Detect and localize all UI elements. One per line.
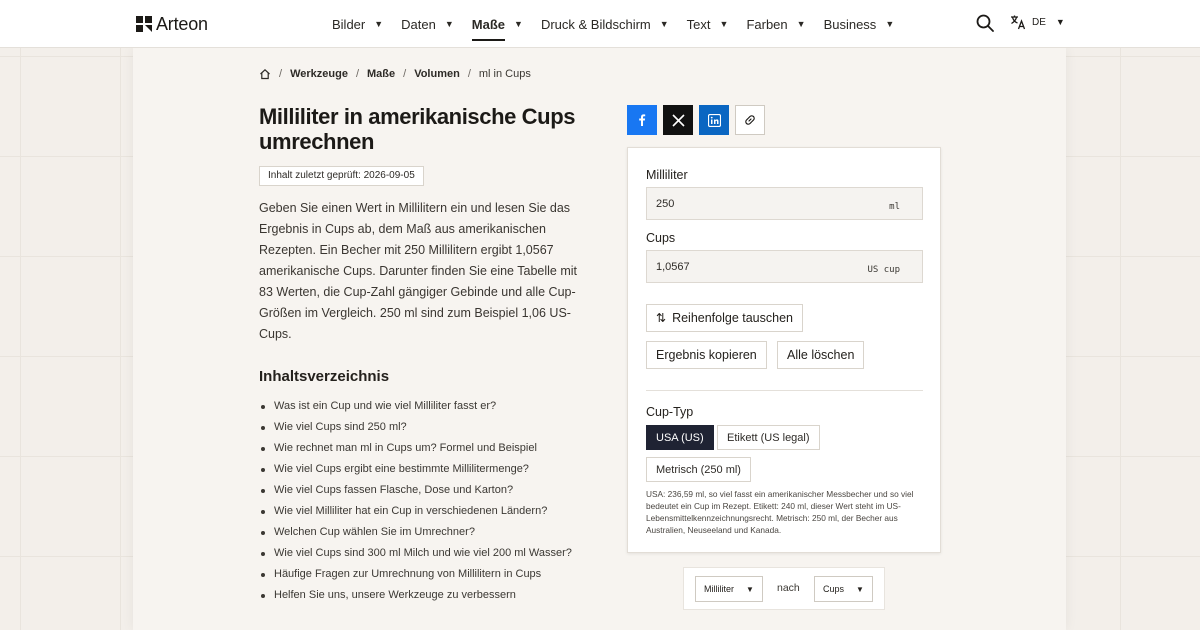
milliliter-input[interactable]: 250 ml — [646, 187, 923, 220]
nav-item-business[interactable]: Business ▼ — [824, 17, 895, 32]
copy-link-button[interactable] — [735, 105, 765, 135]
content-card: / Werkzeuge / Maße / Volumen / ml in Cup… — [133, 48, 1066, 630]
toc-link[interactable]: Helfen Sie uns, unsere Werkzeuge zu verb… — [259, 585, 572, 606]
nav-item-label: Business — [823, 16, 877, 32]
language-switcher[interactable]: DE ▼ — [1010, 14, 1065, 30]
language-code: DE — [1032, 16, 1046, 28]
nav-item-label: Bilder — [332, 16, 366, 32]
breadcrumb-separator: / — [279, 68, 283, 80]
swap-button-label: Reihenfolge tauschen — [672, 311, 793, 325]
caret-down-icon: ▼ — [746, 584, 754, 594]
home-icon[interactable] — [259, 68, 271, 80]
divider — [646, 390, 923, 391]
translate-icon — [1011, 15, 1026, 30]
caret-down-icon: ▼ — [719, 19, 729, 29]
toc-link[interactable]: Wie rechnet man ml in Cups um? Formel un… — [259, 438, 572, 459]
caret-down-icon: ▼ — [659, 19, 669, 29]
cups-value: 1,0567 — [656, 261, 690, 273]
table-of-contents: Was ist ein Cup und wie viel Milliliter … — [259, 396, 572, 606]
page-title: Milliliter in amerikanische Cups umrechn… — [259, 104, 576, 154]
unit-pair-selector: Milliliter ▼ nach Cups ▼ — [683, 567, 885, 610]
clear-all-button[interactable]: Alle löschen — [777, 341, 865, 369]
logo[interactable]: Arteon — [136, 13, 208, 35]
milliliter-unit: ml — [889, 202, 900, 212]
to-label: Cups — [646, 231, 676, 245]
breadcrumb-link[interactable]: Maße — [367, 68, 395, 80]
to-unit-value: Cups — [823, 584, 845, 594]
toc-heading: Inhaltsverzeichnis — [259, 368, 390, 385]
share-buttons — [627, 105, 765, 135]
cups-unit: US cup — [867, 265, 900, 275]
swap-button[interactable]: ⇅ Reihenfolge tauschen — [646, 304, 803, 332]
copy-result-label: Ergebnis kopieren — [656, 348, 757, 362]
facebook-icon — [639, 114, 646, 126]
cup-type-legal-button[interactable]: Etikett (US legal) — [717, 425, 820, 450]
nav-item-farben[interactable]: Farben ▼ — [746, 17, 805, 32]
swap-arrows-icon: ⇅ — [656, 311, 667, 325]
share-x-button[interactable] — [663, 105, 693, 135]
toc-link[interactable]: Wie viel Cups ergibt eine bestimmte Mill… — [259, 459, 572, 480]
share-facebook-button[interactable] — [627, 105, 657, 135]
toc-link[interactable]: Welchen Cup wählen Sie im Umrechner? — [259, 522, 572, 543]
caret-down-icon: ▼ — [885, 19, 895, 29]
from-unit-dropdown[interactable]: Milliliter ▼ — [695, 576, 763, 602]
nav-item-label: Maße — [471, 16, 506, 32]
caret-down-icon: ▼ — [1055, 17, 1065, 27]
from-label: Milliliter — [646, 168, 688, 182]
converter-panel: Milliliter 250 ml Cups 1,0567 US cup ⇅ R… — [627, 147, 941, 553]
toc-link[interactable]: Wie viel Cups sind 250 ml? — [259, 417, 572, 438]
breadcrumb-separator: / — [403, 68, 407, 80]
nav-item-masse[interactable]: Maße ▼ — [471, 16, 523, 41]
toc-link[interactable]: Wie viel Milliliter hat ein Cup in versc… — [259, 501, 572, 522]
copy-result-button[interactable]: Ergebnis kopieren — [646, 341, 767, 369]
caret-down-icon: ▼ — [796, 19, 806, 29]
nav-item-label: Druck & Bildschirm — [540, 16, 651, 32]
cup-type-note: USA: 236,59 ml, so viel fasst ein amerik… — [646, 489, 914, 535]
from-unit-value: Milliliter — [704, 584, 734, 594]
caret-down-icon: ▼ — [374, 19, 384, 29]
nav-item-druck-bildschirm[interactable]: Druck & Bildschirm ▼ — [541, 17, 669, 32]
breadcrumb-link[interactable]: Werkzeuge — [290, 68, 348, 80]
nav-item-label: Farben — [746, 16, 788, 32]
nav-item-bilder[interactable]: Bilder ▼ — [332, 17, 383, 32]
top-navigation-bar: Arteon Bilder ▼ Daten ▼ Maße ▼ Druck & B… — [0, 0, 1200, 48]
breadcrumb: / Werkzeuge / Maße / Volumen / ml in Cup… — [259, 68, 531, 80]
share-linkedin-button[interactable] — [699, 105, 729, 135]
logo-text: Arteon — [156, 13, 208, 34]
cups-input[interactable]: 1,0567 US cup — [646, 250, 923, 283]
toc-link[interactable]: Was ist ein Cup und wie viel Milliliter … — [259, 396, 572, 417]
main-nav: Bilder ▼ Daten ▼ Maße ▼ Druck & Bildschi… — [332, 0, 912, 48]
nav-item-label: Text — [686, 16, 711, 32]
clear-all-label: Alle löschen — [787, 348, 855, 362]
logo-mark-icon — [136, 16, 152, 32]
to-unit-dropdown[interactable]: Cups ▼ — [814, 576, 873, 602]
toc-link[interactable]: Wie viel Cups sind 300 ml Milch und wie … — [259, 543, 572, 564]
cup-type-us-button[interactable]: USA (US) — [646, 425, 714, 450]
breadcrumb-separator: / — [467, 68, 471, 80]
linkedin-icon — [707, 113, 721, 127]
link-icon — [745, 115, 755, 125]
search-icon[interactable] — [976, 14, 994, 32]
breadcrumb-separator: / — [355, 68, 359, 80]
x-logo-icon — [671, 113, 685, 127]
intro-paragraph: Geben Sie einen Wert in Millilitern ein … — [259, 201, 577, 341]
connector-text: nach — [777, 582, 800, 594]
toc-link[interactable]: Wie viel Cups fassen Flasche, Dose und K… — [259, 480, 572, 501]
caret-down-icon: ▼ — [856, 584, 864, 594]
breadcrumb-link[interactable]: Volumen — [414, 68, 460, 80]
nav-item-text[interactable]: Text ▼ — [687, 17, 729, 32]
nav-item-label: Daten — [401, 16, 436, 32]
toc-link[interactable]: Häufige Fragen zur Umrechnung von Millil… — [259, 564, 572, 585]
reviewed-badge: Inhalt zuletzt geprüft: 2026-09-05 — [259, 166, 424, 186]
caret-down-icon: ▼ — [514, 19, 523, 29]
cup-type-metric-button[interactable]: Metrisch (250 ml) — [646, 457, 751, 482]
breadcrumb-current: ml in Cups — [478, 68, 531, 80]
cup-type-label: Cup-Typ — [646, 405, 694, 419]
caret-down-icon: ▼ — [444, 19, 454, 29]
nav-item-daten[interactable]: Daten ▼ — [401, 17, 454, 32]
milliliter-value: 250 — [656, 198, 675, 210]
